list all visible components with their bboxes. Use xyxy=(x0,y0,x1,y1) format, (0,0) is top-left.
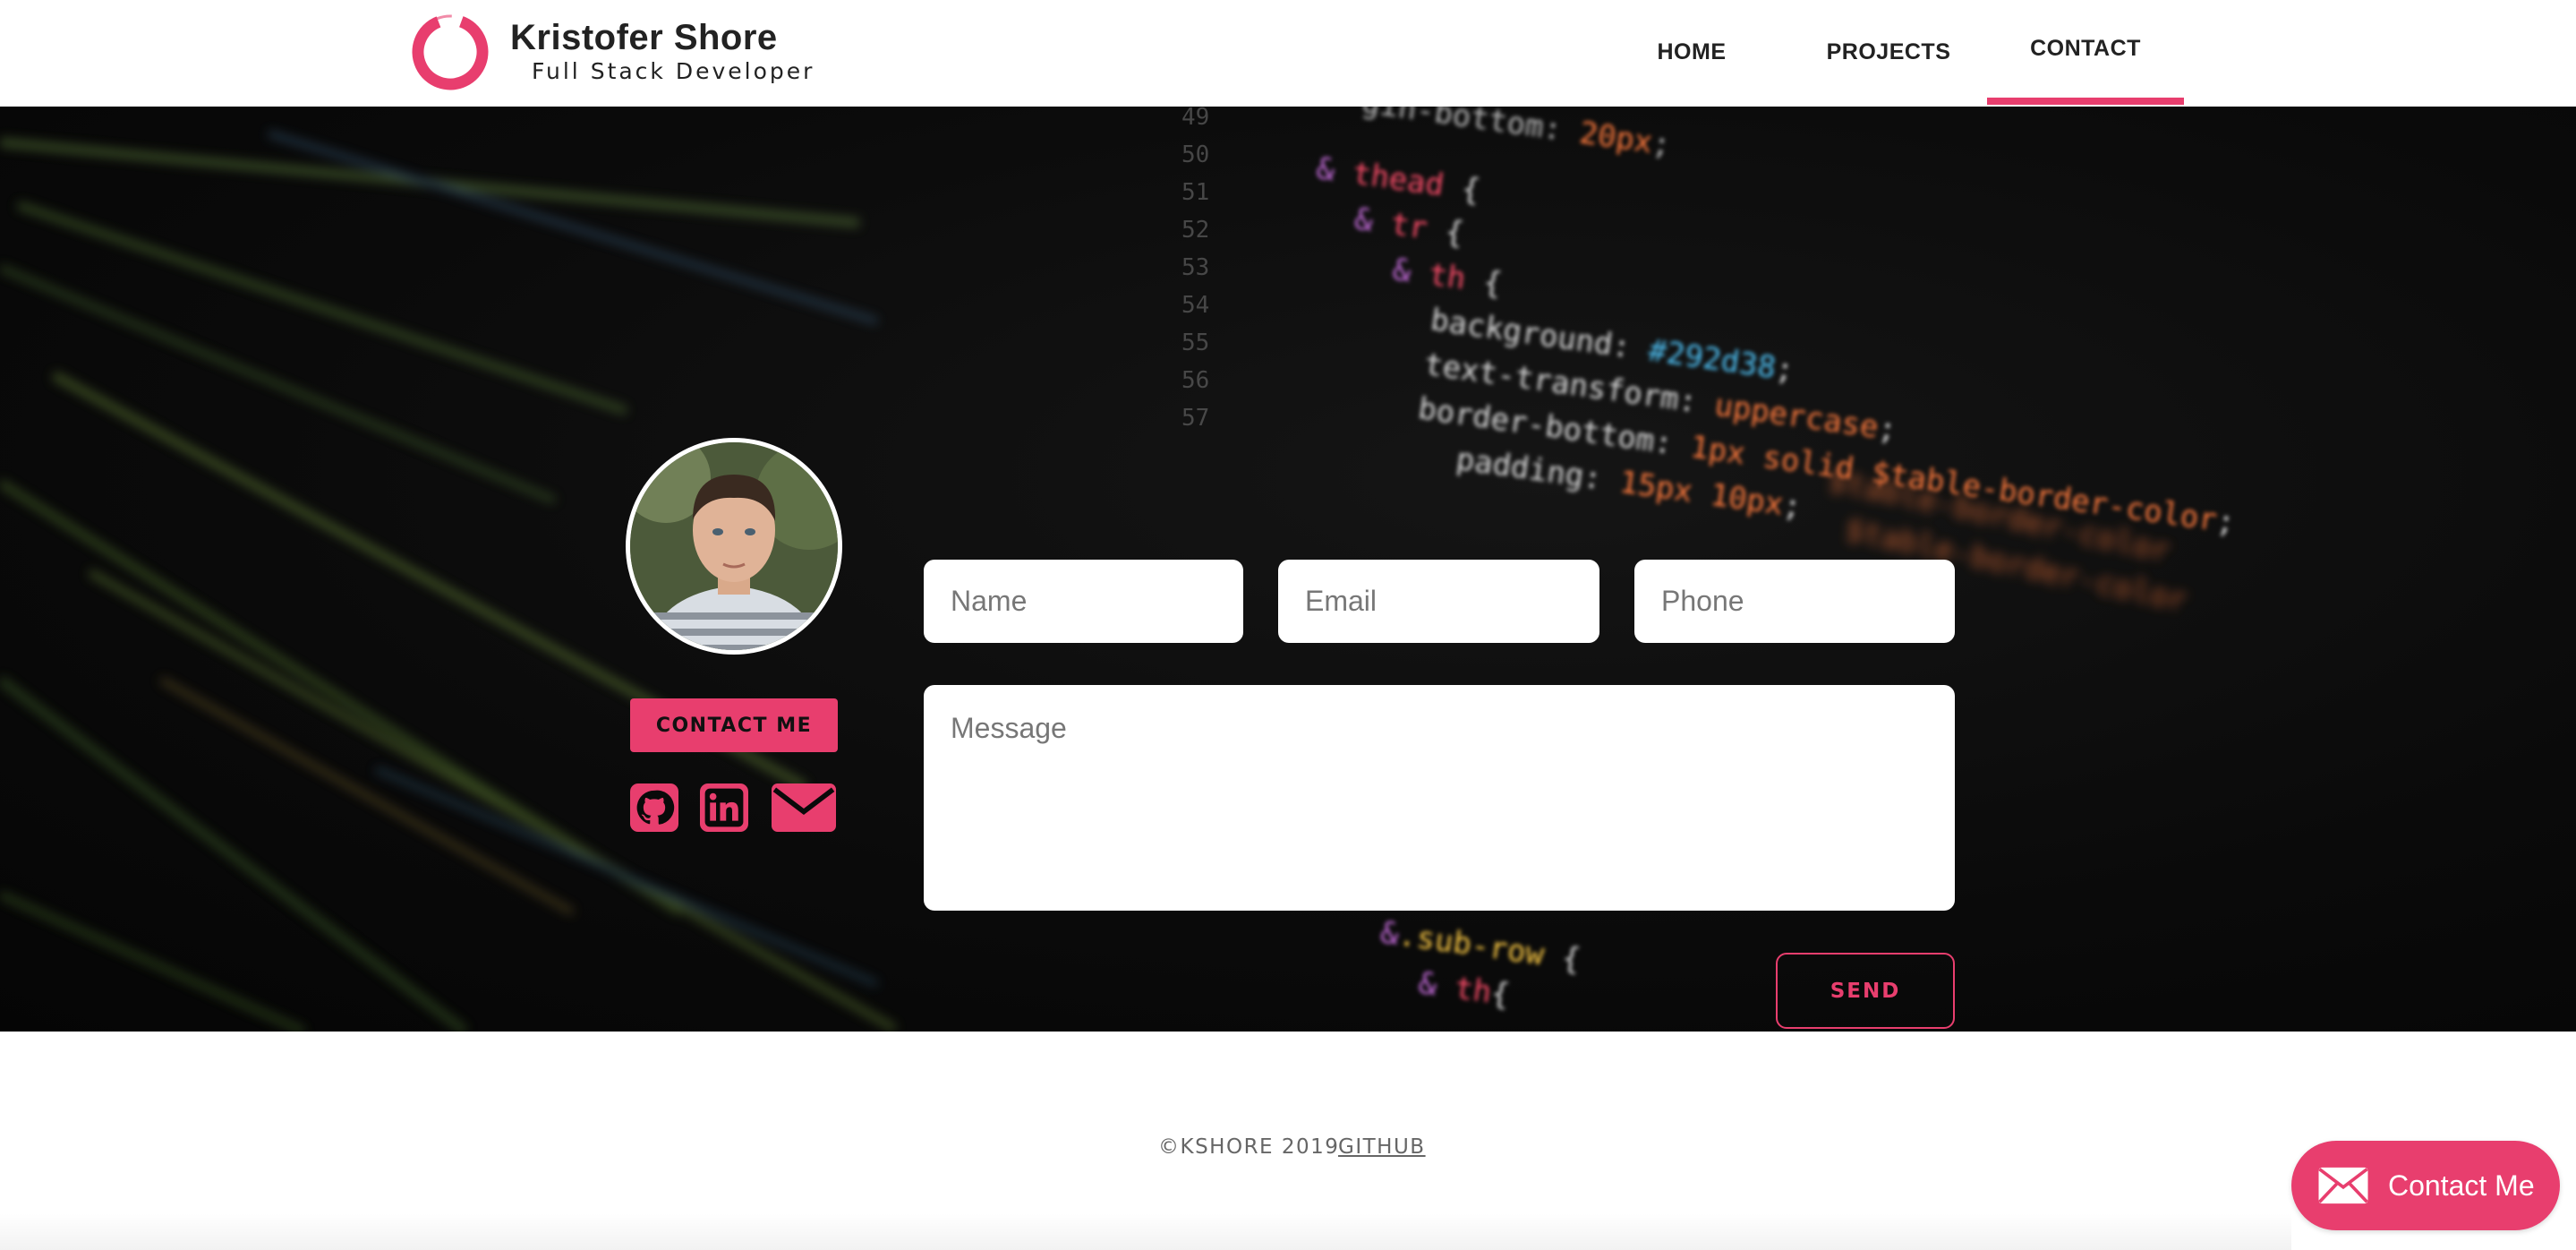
email-input[interactable] xyxy=(1278,560,1599,643)
floating-contact-button[interactable]: Contact Me xyxy=(2291,1141,2560,1230)
nav-contact[interactable]: CONTACT xyxy=(1987,0,2184,105)
nav-projects[interactable]: PROJECTS xyxy=(1808,0,1969,105)
github-icon[interactable] xyxy=(630,783,678,832)
envelope-icon xyxy=(2318,1167,2368,1204)
site-header: Kristofer Shore Full Stack Developer HOM… xyxy=(0,0,2576,107)
avatar xyxy=(626,438,842,655)
svg-text:50: 50 xyxy=(1181,141,1209,168)
profile-photo xyxy=(630,442,838,650)
svg-text:& th {: & th { xyxy=(1390,252,1504,303)
name-input[interactable] xyxy=(924,560,1243,643)
contact-section: 49 50 51 52 53 54 55 56 57 gin-bottom: 2… xyxy=(0,107,2576,1032)
linkedin-icon[interactable] xyxy=(700,783,748,832)
brand-name: Kristofer Shore xyxy=(510,18,778,57)
brand-subtitle: Full Stack Developer xyxy=(532,58,815,84)
envelope-icon[interactable] xyxy=(772,783,836,832)
svg-text:52: 52 xyxy=(1181,217,1209,244)
svg-text:56: 56 xyxy=(1181,367,1209,394)
svg-text:55: 55 xyxy=(1181,330,1209,356)
svg-text:49: 49 xyxy=(1181,107,1209,131)
svg-text:53: 53 xyxy=(1181,254,1209,281)
svg-text:&.sub-row {: &.sub-row { xyxy=(1378,914,1583,978)
svg-text:54: 54 xyxy=(1181,292,1209,319)
message-textarea[interactable] xyxy=(924,685,1955,911)
footer-shadow xyxy=(0,1213,2291,1250)
footer-github-link[interactable]: GITHUB xyxy=(1338,1135,1426,1159)
nav-home[interactable]: HOME xyxy=(1611,0,1772,105)
svg-text:57: 57 xyxy=(1181,405,1209,432)
phone-input[interactable] xyxy=(1634,560,1955,643)
svg-text:& tr {: & tr { xyxy=(1352,201,1466,252)
svg-text:& thead {: & thead { xyxy=(1314,150,1482,209)
contact-me-button[interactable]: CONTACT ME xyxy=(630,698,838,752)
send-button[interactable]: SEND xyxy=(1776,953,1955,1029)
logo-icon[interactable] xyxy=(408,11,492,93)
svg-text:51: 51 xyxy=(1181,179,1209,206)
copyright-text: ©KSHORE 2019 xyxy=(1158,1135,1340,1159)
svg-text:& th{: & th{ xyxy=(1416,965,1512,1014)
floating-contact-label: Contact Me xyxy=(2388,1169,2535,1202)
svg-text:gin-bottom: 20px;: gin-bottom: 20px; xyxy=(1360,107,1673,163)
